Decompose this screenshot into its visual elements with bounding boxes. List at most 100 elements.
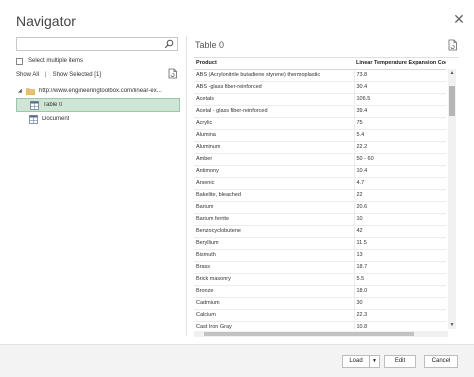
product-cell: Acetals [194, 93, 355, 106]
product-cell: Brass [194, 261, 355, 274]
coefficient-cell: 39.4 [354, 105, 446, 118]
table-row[interactable]: Brass 18.7 [194, 261, 446, 274]
table-row[interactable]: Bismuth 13 [194, 249, 446, 262]
product-cell: Beryllium [194, 237, 355, 250]
coefficient-cell: 75 [354, 117, 446, 130]
table-row[interactable]: Amber 50 - 60 [194, 153, 446, 166]
show-separator: | [45, 72, 47, 78]
tree-root-label: http://www.engineeringtoolbox.com/linear… [39, 88, 162, 94]
coefficient-cell: 20.6 [354, 201, 446, 214]
table-row[interactable]: Arsenic 4.7 [194, 177, 446, 190]
show-selected-link[interactable]: Show Selected [1] [53, 72, 101, 78]
coefficient-cell: 106.5 [354, 93, 446, 106]
tree-item-label: Document [42, 116, 70, 122]
table-row[interactable]: Barium ferrite 10 [194, 213, 446, 226]
preview-table: Product Linear Temperature Expansion Coe… [194, 58, 446, 330]
table-row[interactable]: Acetals 106.5 [194, 93, 446, 106]
product-cell: Calcium [194, 309, 355, 322]
table-row[interactable]: Acrylic 75 [194, 117, 446, 130]
coefficient-cell: 22.3 [354, 309, 446, 322]
table-row[interactable]: Benzocyclobutene 42 [194, 225, 446, 238]
coefficient-cell: 10 [354, 213, 446, 226]
coefficient-cell: 22 [354, 189, 446, 202]
table-row[interactable]: Beryllium 11.5 [194, 237, 446, 250]
coefficient-cell: 5.4 [354, 129, 446, 142]
column-header[interactable]: Product [194, 58, 354, 70]
table-icon [30, 100, 39, 110]
navigator-dialog: Navigator ✕ Select multiple items Show A… [0, 0, 474, 377]
cancel-button[interactable]: Cancel [424, 355, 458, 368]
product-cell: Bronze [194, 285, 355, 298]
product-cell: Benzocyclobutene [194, 225, 355, 238]
edit-button[interactable]: Edit [384, 355, 416, 368]
scroll-down-icon[interactable]: ▼ [448, 321, 456, 329]
table-row[interactable]: Antimony 10.4 [194, 165, 446, 178]
refresh-icon[interactable] [168, 68, 178, 79]
table-row[interactable]: Calcium 22.3 [194, 309, 446, 322]
product-cell: Bakelite, bleached [194, 189, 355, 202]
tree-item-table-0[interactable]: Table 0 [16, 98, 180, 112]
coefficient-cell: 5.5 [354, 273, 446, 286]
table-row[interactable]: Bakelite, bleached 22 [194, 189, 446, 202]
table-row[interactable]: Acetal - glass fiber-reinforced 39.4 [194, 105, 446, 118]
search-icon[interactable] [164, 39, 174, 49]
select-multiple-checkbox[interactable] [16, 57, 23, 65]
search-input[interactable] [17, 44, 157, 56]
coefficient-cell: 30.4 [354, 81, 446, 94]
product-cell: Arsenic [194, 177, 355, 190]
vertical-scrollbar[interactable]: ▲ ▼ [448, 69, 456, 329]
table-row[interactable]: Cast Iron Gray 10.8 [194, 321, 446, 330]
product-cell: Acetal - glass fiber-reinforced [194, 105, 355, 118]
pane-divider[interactable] [186, 36, 187, 336]
table-row[interactable]: Aluminum 22.2 [194, 141, 446, 154]
folder-icon [26, 87, 35, 95]
product-cell: Brick masonry [194, 273, 355, 286]
preview-table-container: Product Linear Temperature Expansion Coe… [194, 57, 459, 330]
product-cell: Alumina [194, 129, 355, 142]
table-row[interactable]: Barium 20.6 [194, 201, 446, 214]
coefficient-cell: 4.7 [354, 177, 446, 190]
coefficient-cell: 13 [354, 249, 446, 262]
column-header[interactable]: Linear Temperature Expansion Coefficient [354, 58, 446, 70]
coefficient-cell: 18.7 [354, 261, 446, 274]
product-cell: Amber [194, 153, 355, 166]
product-cell: Barium ferrite [194, 213, 355, 226]
product-cell: ABS (Acrylonitrile butadiene styrene) th… [194, 69, 355, 82]
preview-options-icon[interactable] [448, 39, 458, 51]
show-filter-row: Show All | Show Selected [1] [16, 70, 101, 80]
table-row[interactable]: Brick masonry 5.5 [194, 273, 446, 286]
coefficient-cell: 50 - 60 [354, 153, 446, 166]
table-row[interactable]: ABS (Acrylonitrile butadiene styrene) th… [194, 69, 446, 82]
product-cell: Antimony [194, 165, 355, 178]
tree-item-document[interactable]: Document [16, 112, 180, 126]
select-multiple-row[interactable]: Select multiple items [16, 56, 83, 66]
horizontal-scrollbar[interactable] [194, 331, 448, 337]
table-row[interactable]: Cadmium 30 [194, 297, 446, 310]
coefficient-cell: 10.4 [354, 165, 446, 178]
navigator-tree: ◢ http://www.engineeringtoolbox.com/line… [16, 84, 180, 126]
coefficient-cell: 30 [354, 297, 446, 310]
product-cell: Acrylic [194, 117, 355, 130]
collapse-triangle-icon[interactable]: ◢ [18, 88, 24, 94]
coefficient-cell: 11.5 [354, 237, 446, 250]
product-cell: ABS -glass fiber-reinforced [194, 81, 355, 94]
table-row[interactable]: Alumina 5.4 [194, 129, 446, 142]
load-button[interactable]: Load [342, 355, 370, 368]
product-cell: Bismuth [194, 249, 355, 262]
search-box[interactable] [16, 37, 178, 56]
table-row[interactable]: Bronze 18.0 [194, 285, 446, 298]
scroll-up-icon[interactable]: ▲ [448, 69, 456, 77]
vertical-scroll-thumb[interactable] [449, 86, 455, 116]
product-cell: Cast Iron Gray [194, 321, 355, 330]
show-all-link[interactable]: Show All [16, 72, 39, 78]
close-icon[interactable]: ✕ [452, 12, 466, 26]
tree-item-label: Table 0 [43, 102, 63, 108]
coefficient-cell: 10.8 [354, 321, 446, 330]
product-cell: Barium [194, 201, 355, 214]
coefficient-cell: 42 [354, 225, 446, 238]
dialog-footer: Load ▼ Edit Cancel [0, 344, 474, 377]
tree-root-item[interactable]: ◢ http://www.engineeringtoolbox.com/line… [16, 84, 180, 98]
table-row[interactable]: ABS -glass fiber-reinforced 30.4 [194, 81, 446, 94]
horizontal-scroll-thumb[interactable] [204, 332, 414, 336]
load-dropdown-icon[interactable]: ▼ [369, 355, 380, 368]
